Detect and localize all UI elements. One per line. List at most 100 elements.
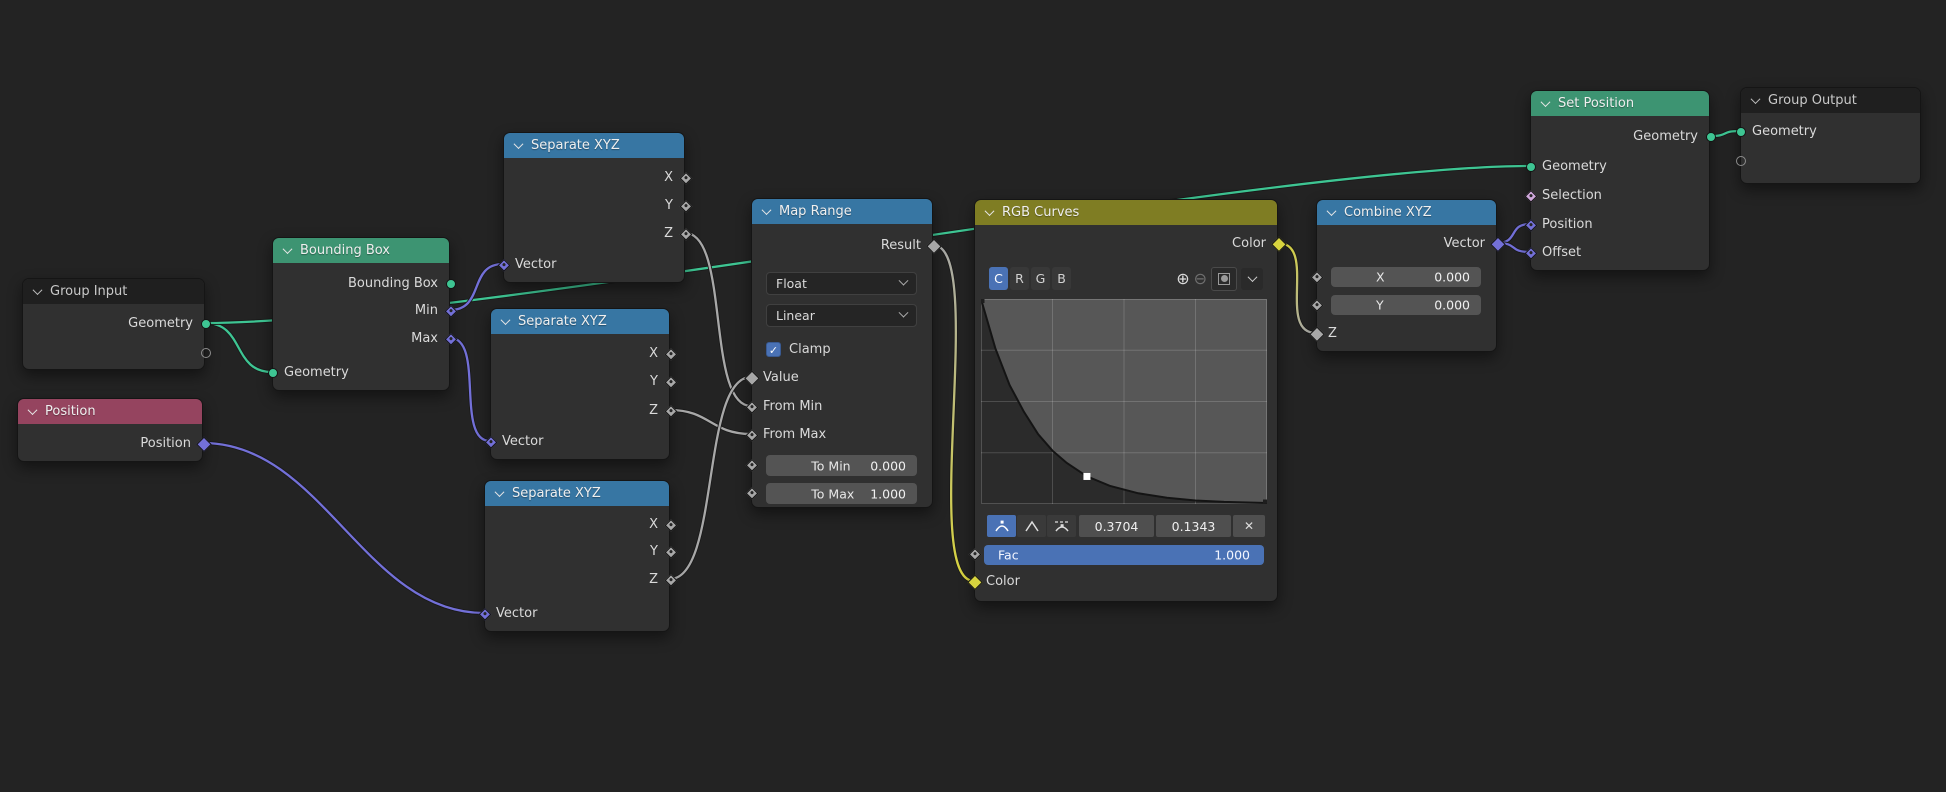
socket-label: Z [1328, 325, 1485, 343]
interpolation-dropdown[interactable]: Linear [766, 304, 917, 327]
node-separate-xyz-2[interactable]: Separate XYZXYZVector [490, 308, 670, 460]
to-max-field[interactable]: To Max1.000 [766, 483, 917, 504]
socket-label: Z [515, 225, 673, 243]
handle-vector-button[interactable] [1017, 515, 1046, 537]
collapse-chevron-icon[interactable] [283, 244, 293, 254]
node-header[interactable]: Separate XYZ [504, 133, 684, 158]
collapse-chevron-icon[interactable] [1751, 94, 1761, 104]
collapse-chevron-icon[interactable] [28, 405, 38, 415]
node-header[interactable]: Group Input [23, 279, 204, 304]
delete-point-button[interactable]: ✕ [1233, 515, 1265, 537]
socket-label: Y [496, 543, 658, 561]
node-header[interactable]: Position [18, 399, 202, 424]
zoom-out-icon[interactable]: ⊖ [1194, 271, 1207, 287]
node-group-output[interactable]: Group OutputGeometry [1740, 87, 1921, 184]
socket-group-output-in[interactable] [1736, 127, 1746, 137]
socket-label: Bounding Box [284, 275, 438, 293]
collapse-chevron-icon[interactable] [762, 205, 772, 215]
node-title: Combine XYZ [1344, 205, 1432, 220]
fac-slider[interactable]: Fac 1.000 [984, 545, 1264, 565]
wire-sep3-z-to-value [670, 377, 751, 579]
handle-auto-button[interactable] [987, 515, 1016, 537]
field-value: 0.000 [1434, 270, 1470, 285]
wire-sep2-z-to-from-max [670, 410, 751, 434]
node-title: Map Range [779, 204, 852, 219]
channel-c-button[interactable]: C [989, 267, 1008, 290]
zoom-in-icon[interactable]: ⊕ [1176, 271, 1189, 287]
socket-label: Offset [1542, 244, 1698, 262]
y-field[interactable]: Y0.000 [1331, 295, 1481, 315]
socket-label: Vector [1328, 235, 1485, 253]
tools-dropdown-icon[interactable] [1241, 268, 1263, 290]
collapse-chevron-icon[interactable] [495, 487, 505, 497]
collapse-chevron-icon[interactable] [501, 315, 511, 325]
point-y-field[interactable]: 0.1343 [1156, 515, 1231, 537]
curve-widget[interactable] [981, 299, 1267, 504]
socket-bounding-box-out[interactable] [446, 279, 456, 289]
selected-curve-point[interactable] [1083, 473, 1090, 480]
collapse-chevron-icon[interactable] [33, 285, 43, 295]
clamp-checkbox[interactable]: ✓ Clamp [766, 340, 831, 358]
clip-square-icon [1218, 273, 1230, 285]
node-header[interactable]: Bounding Box [273, 238, 449, 263]
collapse-chevron-icon[interactable] [1327, 206, 1337, 216]
node-separate-xyz-3[interactable]: Separate XYZXYZVector [484, 480, 670, 632]
slider-value: 1.000 [1214, 548, 1250, 563]
socket-label: Color [986, 573, 1266, 591]
field-label: X [1376, 270, 1385, 285]
socket-set-position-in[interactable] [1526, 162, 1536, 172]
data-type-dropdown[interactable]: Float [766, 272, 917, 295]
field-label: To Max [811, 486, 854, 501]
node-header[interactable]: Group Output [1741, 88, 1920, 113]
socket-label: From Max [763, 426, 921, 444]
node-header[interactable]: Set Position [1531, 91, 1709, 116]
socket-label: Value [763, 369, 921, 387]
wire-group-input-to-bounding-box [205, 323, 272, 372]
node-combine-xyz[interactable]: Combine XYZVectorX0.000Y0.000Z [1316, 199, 1497, 352]
socket-label: X [515, 169, 673, 187]
node-header[interactable]: Separate XYZ [491, 309, 669, 334]
socket-label: Max [284, 330, 438, 348]
node-header[interactable]: Map Range [752, 199, 932, 224]
node-separate-xyz-1[interactable]: Separate XYZXYZVector [503, 132, 685, 283]
checkbox-label: Clamp [789, 342, 831, 357]
collapse-chevron-icon[interactable] [514, 139, 524, 149]
node-position[interactable]: Position Position [17, 398, 203, 462]
socket-label: Vector [496, 605, 658, 623]
to-min-field[interactable]: To Min0.000 [766, 455, 917, 476]
wire-max-to-separate-2 [450, 338, 490, 441]
socket-label: Y [515, 197, 673, 215]
channel-r-button[interactable]: R [1010, 267, 1029, 290]
socket-group-input-out[interactable] [201, 319, 211, 329]
node-header[interactable]: Separate XYZ [485, 481, 669, 506]
handle-auto-clamped-button[interactable] [1047, 515, 1076, 537]
field-value: 0.000 [1434, 298, 1470, 313]
socket-label: Position [29, 435, 191, 453]
node-header[interactable]: Combine XYZ [1317, 200, 1496, 225]
x-field[interactable]: X 0.000 [1331, 267, 1481, 287]
node-editor-canvas[interactable]: Group InputGeometry Position Position Bound… [0, 0, 1946, 792]
channel-g-button[interactable]: G [1031, 267, 1050, 290]
curve-tools: ⊕⊖ [1176, 267, 1263, 291]
node-rgb-curves[interactable]: RGB CurvesColorCRGB⊕⊖0.37040.1343✕Fac1.0… [974, 199, 1278, 602]
node-map-range[interactable]: Map RangeResultFloatLinear✓ClampValueFro… [751, 198, 933, 508]
slider-label: Fac [998, 548, 1019, 563]
node-title: Group Output [1768, 93, 1857, 108]
checkbox-check-icon[interactable]: ✓ [766, 342, 781, 357]
socket-set-position-out[interactable] [1706, 132, 1716, 142]
clipping-options-button[interactable] [1211, 267, 1237, 291]
socket-bounding-box-in[interactable] [268, 368, 278, 378]
node-title: Position [45, 404, 96, 419]
collapse-chevron-icon[interactable] [985, 206, 995, 216]
node-group-input[interactable]: Group InputGeometry [22, 278, 205, 370]
virtual-socket[interactable] [201, 348, 211, 358]
virtual-socket[interactable] [1736, 156, 1746, 166]
collapse-chevron-icon[interactable] [1541, 97, 1551, 107]
dropdown-value: Float [776, 276, 807, 291]
point-x-field[interactable]: 0.3704 [1079, 515, 1154, 537]
node-set-position[interactable]: Set PositionGeometryGeometrySelectionPos… [1530, 90, 1710, 271]
field-label: To Min [811, 458, 850, 473]
node-bounding-box[interactable]: Bounding BoxBounding BoxMinMaxGeometry [272, 237, 450, 391]
channel-b-button[interactable]: B [1052, 267, 1071, 290]
node-header[interactable]: RGB Curves [975, 200, 1277, 225]
